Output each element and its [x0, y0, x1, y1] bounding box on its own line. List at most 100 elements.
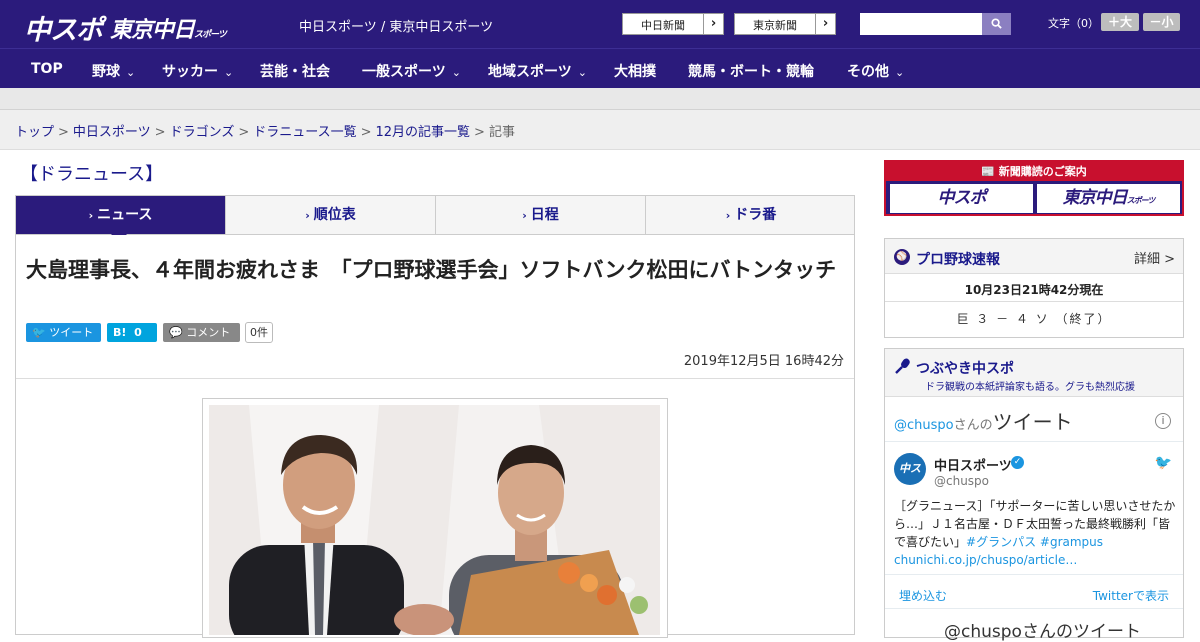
chevron-down-icon: ⌄ — [126, 66, 136, 79]
tweet-divider — [885, 574, 1183, 575]
nav-label: その他 — [847, 64, 889, 80]
nav-top[interactable]: TOP — [31, 61, 63, 77]
nav-soccer[interactable]: サッカー ⌄ — [162, 61, 233, 81]
subscribe-chuspo-button[interactable]: 中スポ — [890, 184, 1033, 213]
nav-general-sports[interactable]: 一般スポーツ ⌄ — [362, 61, 461, 81]
article-headline: 大島理事長、４年間お疲れさま 「プロ野球選手会」ソフトバンク松田にバトンタッチ — [26, 258, 837, 282]
subscription-banner[interactable]: 📰 新聞購読のご案内 中スポ 東京中日スポーツ — [884, 160, 1184, 216]
nav-other[interactable]: その他 ⌄ — [847, 61, 904, 81]
tab-label: 日程 — [530, 207, 559, 223]
baseball-score-widget: ⚾ プロ野球速報 詳細 > 10月23日21時42分現在 巨 ３ － ４ ソ （… — [884, 238, 1184, 338]
nav-label: 競馬・ボート・競輪 — [688, 64, 814, 80]
twitter-widget-title: つぶやき中スポ — [916, 361, 1014, 377]
nav-label: 大相撲 — [614, 64, 656, 80]
nav-local-sports[interactable]: 地域スポーツ ⌄ — [488, 61, 587, 81]
tweet-text: ［グラニュース］「サポーターに苦しい思いさせたから…」Ｊ１名古屋・ＤＦ太田誓った… — [894, 497, 1176, 569]
hatena-count: 0 — [134, 326, 142, 339]
subscription-banner-title: 📰 新聞購読のご案内 — [886, 162, 1182, 181]
subscribe-tokyo-button[interactable]: 東京中日スポーツ — [1037, 184, 1180, 213]
site-search — [860, 13, 1011, 35]
avatar[interactable]: 中スポ — [894, 453, 926, 507]
chevron-down-icon: ⌄ — [451, 66, 461, 79]
twitter-bird-icon[interactable]: 🐦 — [1155, 455, 1172, 471]
breadcrumb-separator: > — [474, 125, 485, 140]
comment-count: 0件 — [245, 322, 273, 343]
hashtag-link[interactable]: #grampus — [1040, 535, 1103, 549]
score-detail-link[interactable]: 詳細 > — [1134, 248, 1175, 267]
tweet-button[interactable]: 🐦 ツイート — [26, 323, 101, 342]
nav-label: 地域スポーツ — [488, 64, 572, 80]
subscribe-tokyo-small: スポーツ — [1126, 196, 1156, 205]
view-on-twitter-link[interactable]: Twitterで表示 — [1093, 587, 1169, 604]
breadcrumb-link[interactable]: 中日スポーツ — [73, 125, 151, 140]
baseball-icon: ⚾ — [894, 249, 910, 265]
microphone-icon — [895, 358, 910, 374]
chevron-right-icon: › — [88, 209, 94, 222]
comment-button[interactable]: 💬 コメント — [163, 323, 240, 342]
search-input[interactable] — [860, 13, 982, 35]
font-size-label: 文字（0） — [1048, 17, 1099, 30]
chunichi-shimbun-link[interactable]: 中日新聞 › — [622, 13, 724, 35]
chuspo-logo[interactable]: 中スポ — [24, 8, 103, 47]
nav-sumo[interactable]: 大相撲 — [614, 61, 656, 81]
tab-news[interactable]: › ニュース — [16, 196, 226, 234]
search-icon — [991, 18, 1002, 29]
twitter-widget-header: つぶやき中スポ ドラ観戦の本紙評論家も語る。グラも熱烈応援 — [885, 349, 1183, 397]
subscription-title-text: 新聞購読のご案内 — [998, 165, 1087, 178]
tab-standings[interactable]: › 順位表 — [226, 196, 436, 234]
font-larger-button[interactable]: ＋大 — [1101, 13, 1139, 31]
newspaper-icon: 📰 — [981, 165, 995, 178]
search-button[interactable] — [982, 13, 1011, 35]
hatena-bookmark-button[interactable]: B! 0 — [107, 323, 157, 342]
nav-label: 野球 — [92, 64, 120, 80]
subscribe-tokyo-text: 東京中日 — [1062, 188, 1128, 208]
tokyo-logo-small: スポーツ — [194, 30, 227, 40]
font-smaller-button[interactable]: －小 — [1143, 13, 1180, 31]
tweet-divider — [885, 608, 1183, 609]
breadcrumb-link[interactable]: トップ — [15, 125, 54, 140]
chevron-down-icon: ⌄ — [577, 66, 587, 79]
chevron-right-icon: › — [522, 209, 527, 222]
breadcrumb-link[interactable]: ドラゴンズ — [170, 125, 235, 140]
main-nav: TOP 野球 ⌄ サッカー ⌄ 芸能・社会 一般スポーツ ⌄ 地域スポーツ ⌄ 大相撲 … — [0, 48, 1200, 88]
sub-nav-band — [0, 88, 1200, 110]
tab-reporter[interactable]: › ドラ番 — [646, 196, 856, 234]
embed-link[interactable]: 埋め込む — [899, 587, 947, 604]
embed-handle: @chuspo — [894, 418, 954, 433]
tweet-article-link[interactable]: chunichi.co.jp/chuspo/article… — [894, 553, 1077, 567]
nav-label: サッカー — [162, 64, 218, 80]
paper-link-label: 中日新聞 — [641, 19, 685, 32]
chevron-down-icon: ⌄ — [224, 66, 234, 79]
chevron-right-icon: › — [815, 14, 835, 34]
tokyo-chunichi-logo[interactable]: 東京中日スポーツ — [110, 12, 227, 44]
tokyo-shimbun-link[interactable]: 東京新聞 › — [734, 13, 836, 35]
hashtag-link[interactable]: #グランパス — [966, 535, 1036, 549]
twitter-widget: つぶやき中スポ ドラ観戦の本紙評論家も語る。グラも熱烈応援 @chuspoさんの… — [884, 348, 1184, 642]
breadcrumb-current: 記事 — [488, 125, 515, 140]
article-photo[interactable] — [209, 405, 660, 635]
nav-racing[interactable]: 競馬・ボート・競輪 — [688, 61, 814, 81]
section-title: 【ドラニュース】 — [20, 164, 164, 185]
chevron-down-icon: ⌄ — [895, 66, 905, 79]
tab-schedule[interactable]: › 日程 — [436, 196, 646, 234]
tweet-author-handle[interactable]: @chuspo — [934, 474, 989, 488]
tweet-label: ツイート — [49, 326, 94, 339]
nav-baseball[interactable]: 野球 ⌄ — [92, 61, 135, 81]
breadcrumb-separator: > — [360, 125, 372, 140]
info-icon[interactable]: i — [1155, 413, 1171, 429]
embed-suffix: さんの — [953, 418, 993, 433]
site-tagline: 中日スポーツ / 東京中日スポーツ — [299, 20, 494, 35]
comment-label: コメント — [186, 326, 231, 339]
article-date: 2019年12月5日 16時42分 — [683, 354, 844, 369]
tab-label: 順位表 — [313, 207, 356, 223]
nav-entertainment[interactable]: 芸能・社会 — [260, 61, 330, 81]
score-result[interactable]: 巨 ３ － ４ ソ （終了） — [885, 310, 1183, 327]
embed-timeline-title[interactable]: @chuspoさんのツイート — [894, 406, 1073, 435]
paper-link-label: 東京新聞 — [753, 19, 797, 32]
breadcrumb-link[interactable]: 12月の記事一覧 — [376, 125, 471, 140]
tweet-author-name[interactable]: 中日スポーツ — [934, 455, 1012, 474]
tab-label: ドラ番 — [734, 207, 777, 223]
breadcrumb-separator: > — [238, 125, 250, 140]
breadcrumb-link[interactable]: ドラニュース一覧 — [253, 125, 356, 140]
nav-label: TOP — [31, 61, 63, 77]
